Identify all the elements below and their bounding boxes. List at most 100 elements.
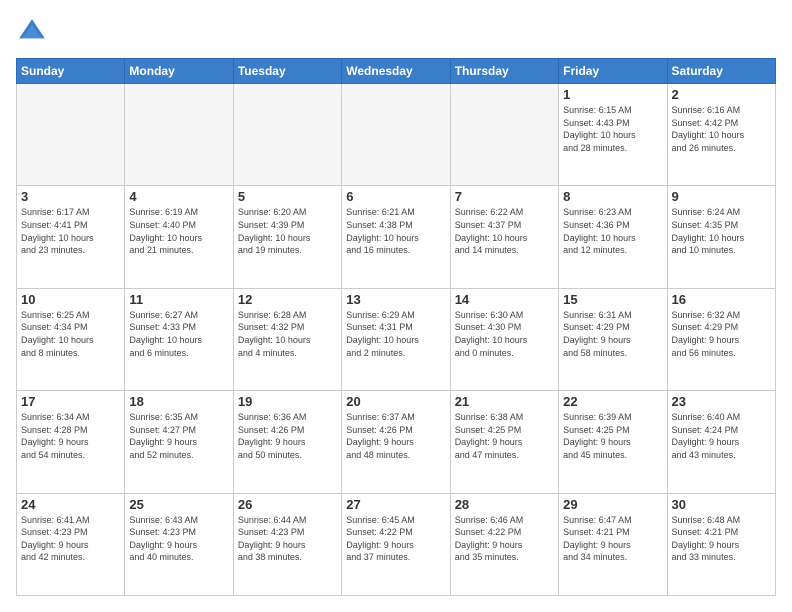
day-info: Sunrise: 6:45 AM Sunset: 4:22 PM Dayligh… (346, 514, 445, 564)
calendar-cell: 2 Sunrise: 6:16 AM Sunset: 4:42 PM Daylig… (667, 84, 775, 186)
header (16, 16, 776, 48)
day-number: 28 (455, 497, 554, 512)
day-info: Sunrise: 6:25 AM Sunset: 4:34 PM Dayligh… (21, 309, 120, 359)
day-info: Sunrise: 6:21 AM Sunset: 4:38 PM Dayligh… (346, 206, 445, 256)
calendar-cell: 29 Sunrise: 6:47 AM Sunset: 4:21 PM Dayli… (559, 493, 667, 595)
calendar-cell: 10 Sunrise: 6:25 AM Sunset: 4:34 PM Dayli… (17, 288, 125, 390)
calendar-week-3: 10 Sunrise: 6:25 AM Sunset: 4:34 PM Dayli… (17, 288, 776, 390)
calendar-cell: 23Sunrise: 6:40 AM Sunset: 4:24 PM Dayli… (667, 391, 775, 493)
day-info: Sunrise: 6:30 AM Sunset: 4:30 PM Dayligh… (455, 309, 554, 359)
day-info: Sunrise: 6:37 AM Sunset: 4:26 PM Dayligh… (346, 411, 445, 461)
day-number: 1 (563, 87, 662, 102)
calendar-cell: 11 Sunrise: 6:27 AM Sunset: 4:33 PM Dayli… (125, 288, 233, 390)
calendar-week-1: 1 Sunrise: 6:15 AM Sunset: 4:43 PM Daylig… (17, 84, 776, 186)
day-number: 17 (21, 394, 120, 409)
day-info: Sunrise: 6:34 AM Sunset: 4:28 PM Dayligh… (21, 411, 120, 461)
calendar-cell: 5Sunrise: 6:20 AM Sunset: 4:39 PM Daylig… (233, 186, 341, 288)
calendar-cell (233, 84, 341, 186)
logo (16, 16, 52, 48)
weekday-header-sunday: Sunday (17, 59, 125, 84)
page: SundayMondayTuesdayWednesdayThursdayFrid… (0, 0, 792, 612)
day-info: Sunrise: 6:27 AM Sunset: 4:33 PM Dayligh… (129, 309, 228, 359)
day-info: Sunrise: 6:24 AM Sunset: 4:35 PM Dayligh… (672, 206, 771, 256)
calendar-cell (125, 84, 233, 186)
day-number: 25 (129, 497, 228, 512)
day-info: Sunrise: 6:43 AM Sunset: 4:23 PM Dayligh… (129, 514, 228, 564)
day-info: Sunrise: 6:22 AM Sunset: 4:37 PM Dayligh… (455, 206, 554, 256)
day-number: 24 (21, 497, 120, 512)
day-number: 5 (238, 189, 337, 204)
calendar-cell: 19 Sunrise: 6:36 AM Sunset: 4:26 PM Dayli… (233, 391, 341, 493)
calendar-cell: 26 Sunrise: 6:44 AM Sunset: 4:23 PM Dayli… (233, 493, 341, 595)
logo-icon (16, 16, 48, 48)
day-number: 15 (563, 292, 662, 307)
day-number: 2 (672, 87, 771, 102)
calendar-week-2: 3Sunrise: 6:17 AM Sunset: 4:41 PM Daylig… (17, 186, 776, 288)
calendar-cell: 20 Sunrise: 6:37 AM Sunset: 4:26 PM Dayli… (342, 391, 450, 493)
day-info: Sunrise: 6:44 AM Sunset: 4:23 PM Dayligh… (238, 514, 337, 564)
day-info: Sunrise: 6:28 AM Sunset: 4:32 PM Dayligh… (238, 309, 337, 359)
day-number: 12 (238, 292, 337, 307)
day-info: Sunrise: 6:16 AM Sunset: 4:42 PM Dayligh… (672, 104, 771, 154)
calendar-week-5: 24 Sunrise: 6:41 AM Sunset: 4:23 PM Dayli… (17, 493, 776, 595)
day-number: 16 (672, 292, 771, 307)
day-info: Sunrise: 6:46 AM Sunset: 4:22 PM Dayligh… (455, 514, 554, 564)
calendar-cell: 16 Sunrise: 6:32 AM Sunset: 4:29 PM Dayli… (667, 288, 775, 390)
calendar-cell: 1 Sunrise: 6:15 AM Sunset: 4:43 PM Daylig… (559, 84, 667, 186)
calendar-cell: 17 Sunrise: 6:34 AM Sunset: 4:28 PM Dayli… (17, 391, 125, 493)
day-number: 3 (21, 189, 120, 204)
weekday-header-friday: Friday (559, 59, 667, 84)
calendar-cell: 7Sunrise: 6:22 AM Sunset: 4:37 PM Daylig… (450, 186, 558, 288)
day-info: Sunrise: 6:41 AM Sunset: 4:23 PM Dayligh… (21, 514, 120, 564)
calendar-table: SundayMondayTuesdayWednesdayThursdayFrid… (16, 58, 776, 596)
calendar-cell: 18Sunrise: 6:35 AM Sunset: 4:27 PM Dayli… (125, 391, 233, 493)
day-number: 10 (21, 292, 120, 307)
calendar-cell: 3Sunrise: 6:17 AM Sunset: 4:41 PM Daylig… (17, 186, 125, 288)
day-number: 13 (346, 292, 445, 307)
day-number: 9 (672, 189, 771, 204)
day-number: 8 (563, 189, 662, 204)
day-number: 23 (672, 394, 771, 409)
day-info: Sunrise: 6:19 AM Sunset: 4:40 PM Dayligh… (129, 206, 228, 256)
calendar-cell: 24 Sunrise: 6:41 AM Sunset: 4:23 PM Dayli… (17, 493, 125, 595)
day-info: Sunrise: 6:47 AM Sunset: 4:21 PM Dayligh… (563, 514, 662, 564)
day-info: Sunrise: 6:15 AM Sunset: 4:43 PM Dayligh… (563, 104, 662, 154)
day-info: Sunrise: 6:35 AM Sunset: 4:27 PM Dayligh… (129, 411, 228, 461)
calendar-cell: 13 Sunrise: 6:29 AM Sunset: 4:31 PM Dayli… (342, 288, 450, 390)
day-info: Sunrise: 6:36 AM Sunset: 4:26 PM Dayligh… (238, 411, 337, 461)
weekday-header-saturday: Saturday (667, 59, 775, 84)
calendar-cell (342, 84, 450, 186)
day-info: Sunrise: 6:29 AM Sunset: 4:31 PM Dayligh… (346, 309, 445, 359)
day-info: Sunrise: 6:31 AM Sunset: 4:29 PM Dayligh… (563, 309, 662, 359)
calendar-cell: 28 Sunrise: 6:46 AM Sunset: 4:22 PM Dayli… (450, 493, 558, 595)
calendar-cell (450, 84, 558, 186)
calendar-cell: 14Sunrise: 6:30 AM Sunset: 4:30 PM Dayli… (450, 288, 558, 390)
day-number: 22 (563, 394, 662, 409)
calendar-cell: 12 Sunrise: 6:28 AM Sunset: 4:32 PM Dayli… (233, 288, 341, 390)
day-number: 4 (129, 189, 228, 204)
day-info: Sunrise: 6:39 AM Sunset: 4:25 PM Dayligh… (563, 411, 662, 461)
day-number: 26 (238, 497, 337, 512)
day-number: 19 (238, 394, 337, 409)
calendar-cell: 25 Sunrise: 6:43 AM Sunset: 4:23 PM Dayli… (125, 493, 233, 595)
day-info: Sunrise: 6:23 AM Sunset: 4:36 PM Dayligh… (563, 206, 662, 256)
calendar-cell: 30Sunrise: 6:48 AM Sunset: 4:21 PM Dayli… (667, 493, 775, 595)
weekday-header-thursday: Thursday (450, 59, 558, 84)
calendar-cell: 22 Sunrise: 6:39 AM Sunset: 4:25 PM Dayli… (559, 391, 667, 493)
day-info: Sunrise: 6:38 AM Sunset: 4:25 PM Dayligh… (455, 411, 554, 461)
day-info: Sunrise: 6:32 AM Sunset: 4:29 PM Dayligh… (672, 309, 771, 359)
calendar-cell: 27 Sunrise: 6:45 AM Sunset: 4:22 PM Dayli… (342, 493, 450, 595)
day-number: 6 (346, 189, 445, 204)
day-number: 20 (346, 394, 445, 409)
calendar-cell: 8 Sunrise: 6:23 AM Sunset: 4:36 PM Daylig… (559, 186, 667, 288)
weekday-header-row: SundayMondayTuesdayWednesdayThursdayFrid… (17, 59, 776, 84)
weekday-header-tuesday: Tuesday (233, 59, 341, 84)
calendar-week-4: 17 Sunrise: 6:34 AM Sunset: 4:28 PM Dayli… (17, 391, 776, 493)
weekday-header-wednesday: Wednesday (342, 59, 450, 84)
day-number: 11 (129, 292, 228, 307)
day-info: Sunrise: 6:48 AM Sunset: 4:21 PM Dayligh… (672, 514, 771, 564)
day-number: 27 (346, 497, 445, 512)
day-number: 21 (455, 394, 554, 409)
day-number: 29 (563, 497, 662, 512)
weekday-header-monday: Monday (125, 59, 233, 84)
